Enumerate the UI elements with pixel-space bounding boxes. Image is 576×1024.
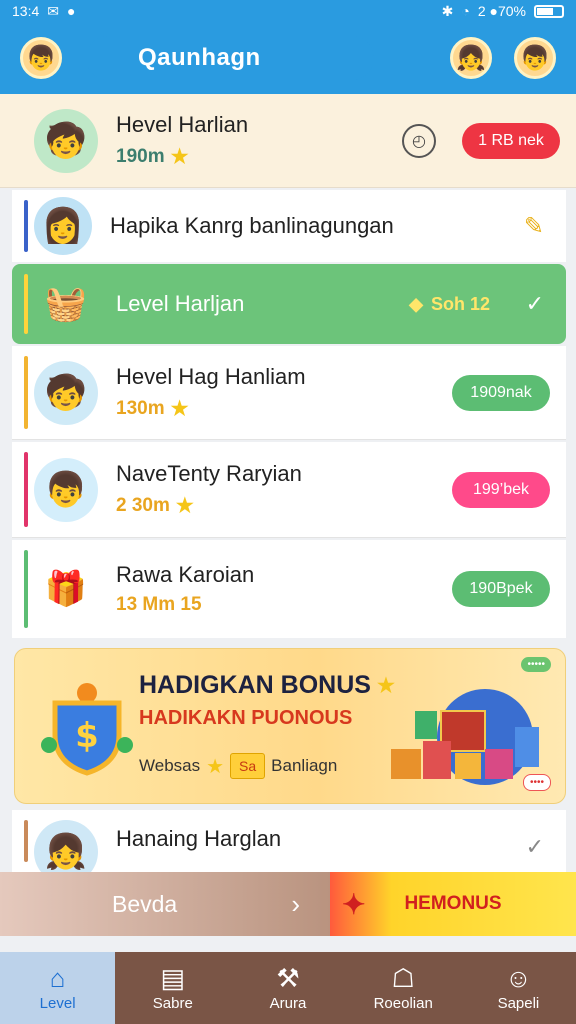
- banner-foot-right: Banliagn: [271, 756, 338, 775]
- row-accent: [24, 356, 28, 429]
- star-icon: ★: [206, 755, 225, 778]
- list-item[interactable]: 🧒 Hevel Hag Hanliam 130m ★ 1909nak: [12, 346, 566, 440]
- banner-foot-left: Websas: [139, 756, 201, 775]
- item-sub: 2 30m: [116, 494, 170, 516]
- reward-button[interactable]: 190Bpek: [452, 571, 550, 607]
- reward-button[interactable]: 1 RB nek: [462, 122, 560, 159]
- nav-item-roeolian[interactable]: ☖ Roeolian: [346, 952, 461, 1024]
- action-bar: Bevda › ✦ HEMONUS: [0, 872, 576, 936]
- home-icon: ⌂: [49, 962, 66, 993]
- nav-label: Sapeli: [497, 994, 540, 1012]
- banner-title: HADIGKAN BONUS: [139, 671, 371, 699]
- item-title: Hapika Kanrg banlinagungan: [110, 213, 394, 238]
- star-icon: ★: [175, 495, 194, 517]
- list-item[interactable]: 👧 Hanaing Harglan ✓: [12, 810, 566, 884]
- status-battery-text: 2 ●70%: [477, 3, 526, 19]
- nav-label: Level: [39, 994, 76, 1012]
- check-icon[interactable]: ✓: [526, 291, 544, 317]
- wifi-icon: ◔: [461, 3, 470, 19]
- banner-subtitle: HADIKAKN PUONOUS: [139, 707, 353, 729]
- item-title: NaveTenty Raryian: [116, 461, 302, 486]
- corner-badge: •••••: [521, 657, 551, 672]
- list-item-highlighted[interactable]: 🧺 Level Harljan ◆ Soh 12 ✓: [12, 264, 566, 344]
- trophy-shield-icon: $: [41, 683, 133, 776]
- row-accent: [24, 452, 28, 527]
- item-title: Hanaing Harglan: [116, 826, 282, 851]
- nav-item-arura[interactable]: ⚒ Arura: [230, 952, 345, 1024]
- nav-label: Roeolian: [373, 994, 433, 1012]
- star-icon: ★: [170, 398, 189, 420]
- row-accent: [24, 550, 28, 628]
- bottom-nav: ⌂ Level ▤ Sabre ⚒ Arura ☖ Roeolian ☺ Sap…: [0, 952, 576, 1024]
- kid-avatar-icon: 👦: [34, 457, 98, 522]
- nav-item-level[interactable]: ⌂ Level: [0, 952, 116, 1024]
- chat-icon: ●: [66, 3, 76, 19]
- friend-avatar-2[interactable]: 👦: [514, 37, 556, 79]
- list-item[interactable]: 👩 Hapika Kanrg banlinagungan ✎: [12, 190, 566, 262]
- item-sub: 13 Mm 15: [116, 594, 202, 615]
- nav-label: Arura: [269, 994, 307, 1012]
- corner-badge-bottom: ••••: [522, 774, 551, 791]
- row-accent: [24, 274, 28, 334]
- chevron-right-icon: ›: [291, 888, 300, 919]
- item-title: Rawa Karoian: [116, 562, 255, 587]
- book-icon: ▤: [160, 962, 186, 993]
- building-icon: ☖: [391, 962, 415, 993]
- timer-icon[interactable]: ◴: [402, 123, 436, 158]
- battery-icon: [534, 4, 564, 18]
- tag-icon: ◆: [409, 293, 423, 314]
- item-note: Soh 12: [430, 293, 490, 314]
- item-title: Level Harljan: [116, 291, 245, 316]
- tools-icon: ⚒: [276, 962, 300, 993]
- bonus-button[interactable]: ✦ HEMONUS: [330, 872, 576, 936]
- reward-button[interactable]: 1909nak: [452, 374, 550, 411]
- item-sub: 190m: [116, 145, 165, 167]
- boy-avatar-icon: 🧒: [34, 360, 98, 425]
- boy-avatar-icon: 🧒: [34, 108, 98, 173]
- search-bar[interactable]: Qaunhagn: [86, 36, 374, 80]
- ribbon-icon: ✦: [342, 888, 366, 920]
- row-accent: [24, 820, 28, 862]
- row-accent: [24, 200, 28, 252]
- profile-icon: ☺: [505, 962, 532, 993]
- list-item[interactable]: 👦 NaveTenty Raryian 2 30m ★ 199’bek: [12, 442, 566, 538]
- notification-icon: ✉: [47, 2, 59, 19]
- status-time: 13:4: [12, 3, 40, 19]
- list-item[interactable]: 🎁 Rawa Karoian 13 Mm 15 190Bpek: [12, 540, 566, 638]
- star-icon: ★: [170, 146, 189, 168]
- reward-button[interactable]: 199’bek: [452, 471, 550, 508]
- action-left-label: Bevda: [112, 890, 178, 917]
- list-item[interactable]: 🧒 Hevel Harlian 190m ★ ◴ 1 RB nek: [0, 94, 576, 188]
- pencil-icon[interactable]: ✎: [524, 212, 544, 241]
- nav-item-sapeli[interactable]: ☺ Sapeli: [461, 952, 576, 1024]
- app-header: 👦 Qaunhagn 👧 👦: [0, 22, 576, 94]
- nav-item-sabre[interactable]: ▤ Sabre: [115, 952, 230, 1024]
- basket-icon: 🧺: [44, 285, 88, 323]
- chevron-down-icon[interactable]: ✓: [526, 834, 544, 860]
- gift-boxes-icon: [391, 689, 539, 785]
- gift-basket-icon: 🎁: [44, 570, 88, 608]
- friend-avatar-1[interactable]: 👧: [450, 37, 492, 79]
- bevda-button[interactable]: Bevda ›: [0, 872, 330, 936]
- item-title: Hevel Hag Hanliam: [116, 364, 306, 389]
- bonus-banner[interactable]: $ HADIGKAN BONUS ★ HADIKAKN PUONOUS Websa…: [14, 648, 566, 804]
- item-sub: 130m: [116, 397, 165, 419]
- girl-avatar-icon: 👩: [34, 197, 92, 255]
- nav-label: Sabre: [152, 994, 193, 1012]
- item-title: Hevel Harlian: [116, 112, 249, 137]
- bluetooth-icon: ✱: [441, 2, 454, 19]
- action-right-label: HEMONUS: [404, 893, 502, 914]
- status-bar: 13:4 ✉ ● ✱ ◔ 2 ●70%: [0, 0, 576, 22]
- banner-tag: Sa: [230, 753, 266, 779]
- profile-avatar[interactable]: 👦: [20, 37, 62, 79]
- svg-text:$: $: [75, 716, 99, 756]
- search-text: Qaunhagn: [138, 44, 261, 71]
